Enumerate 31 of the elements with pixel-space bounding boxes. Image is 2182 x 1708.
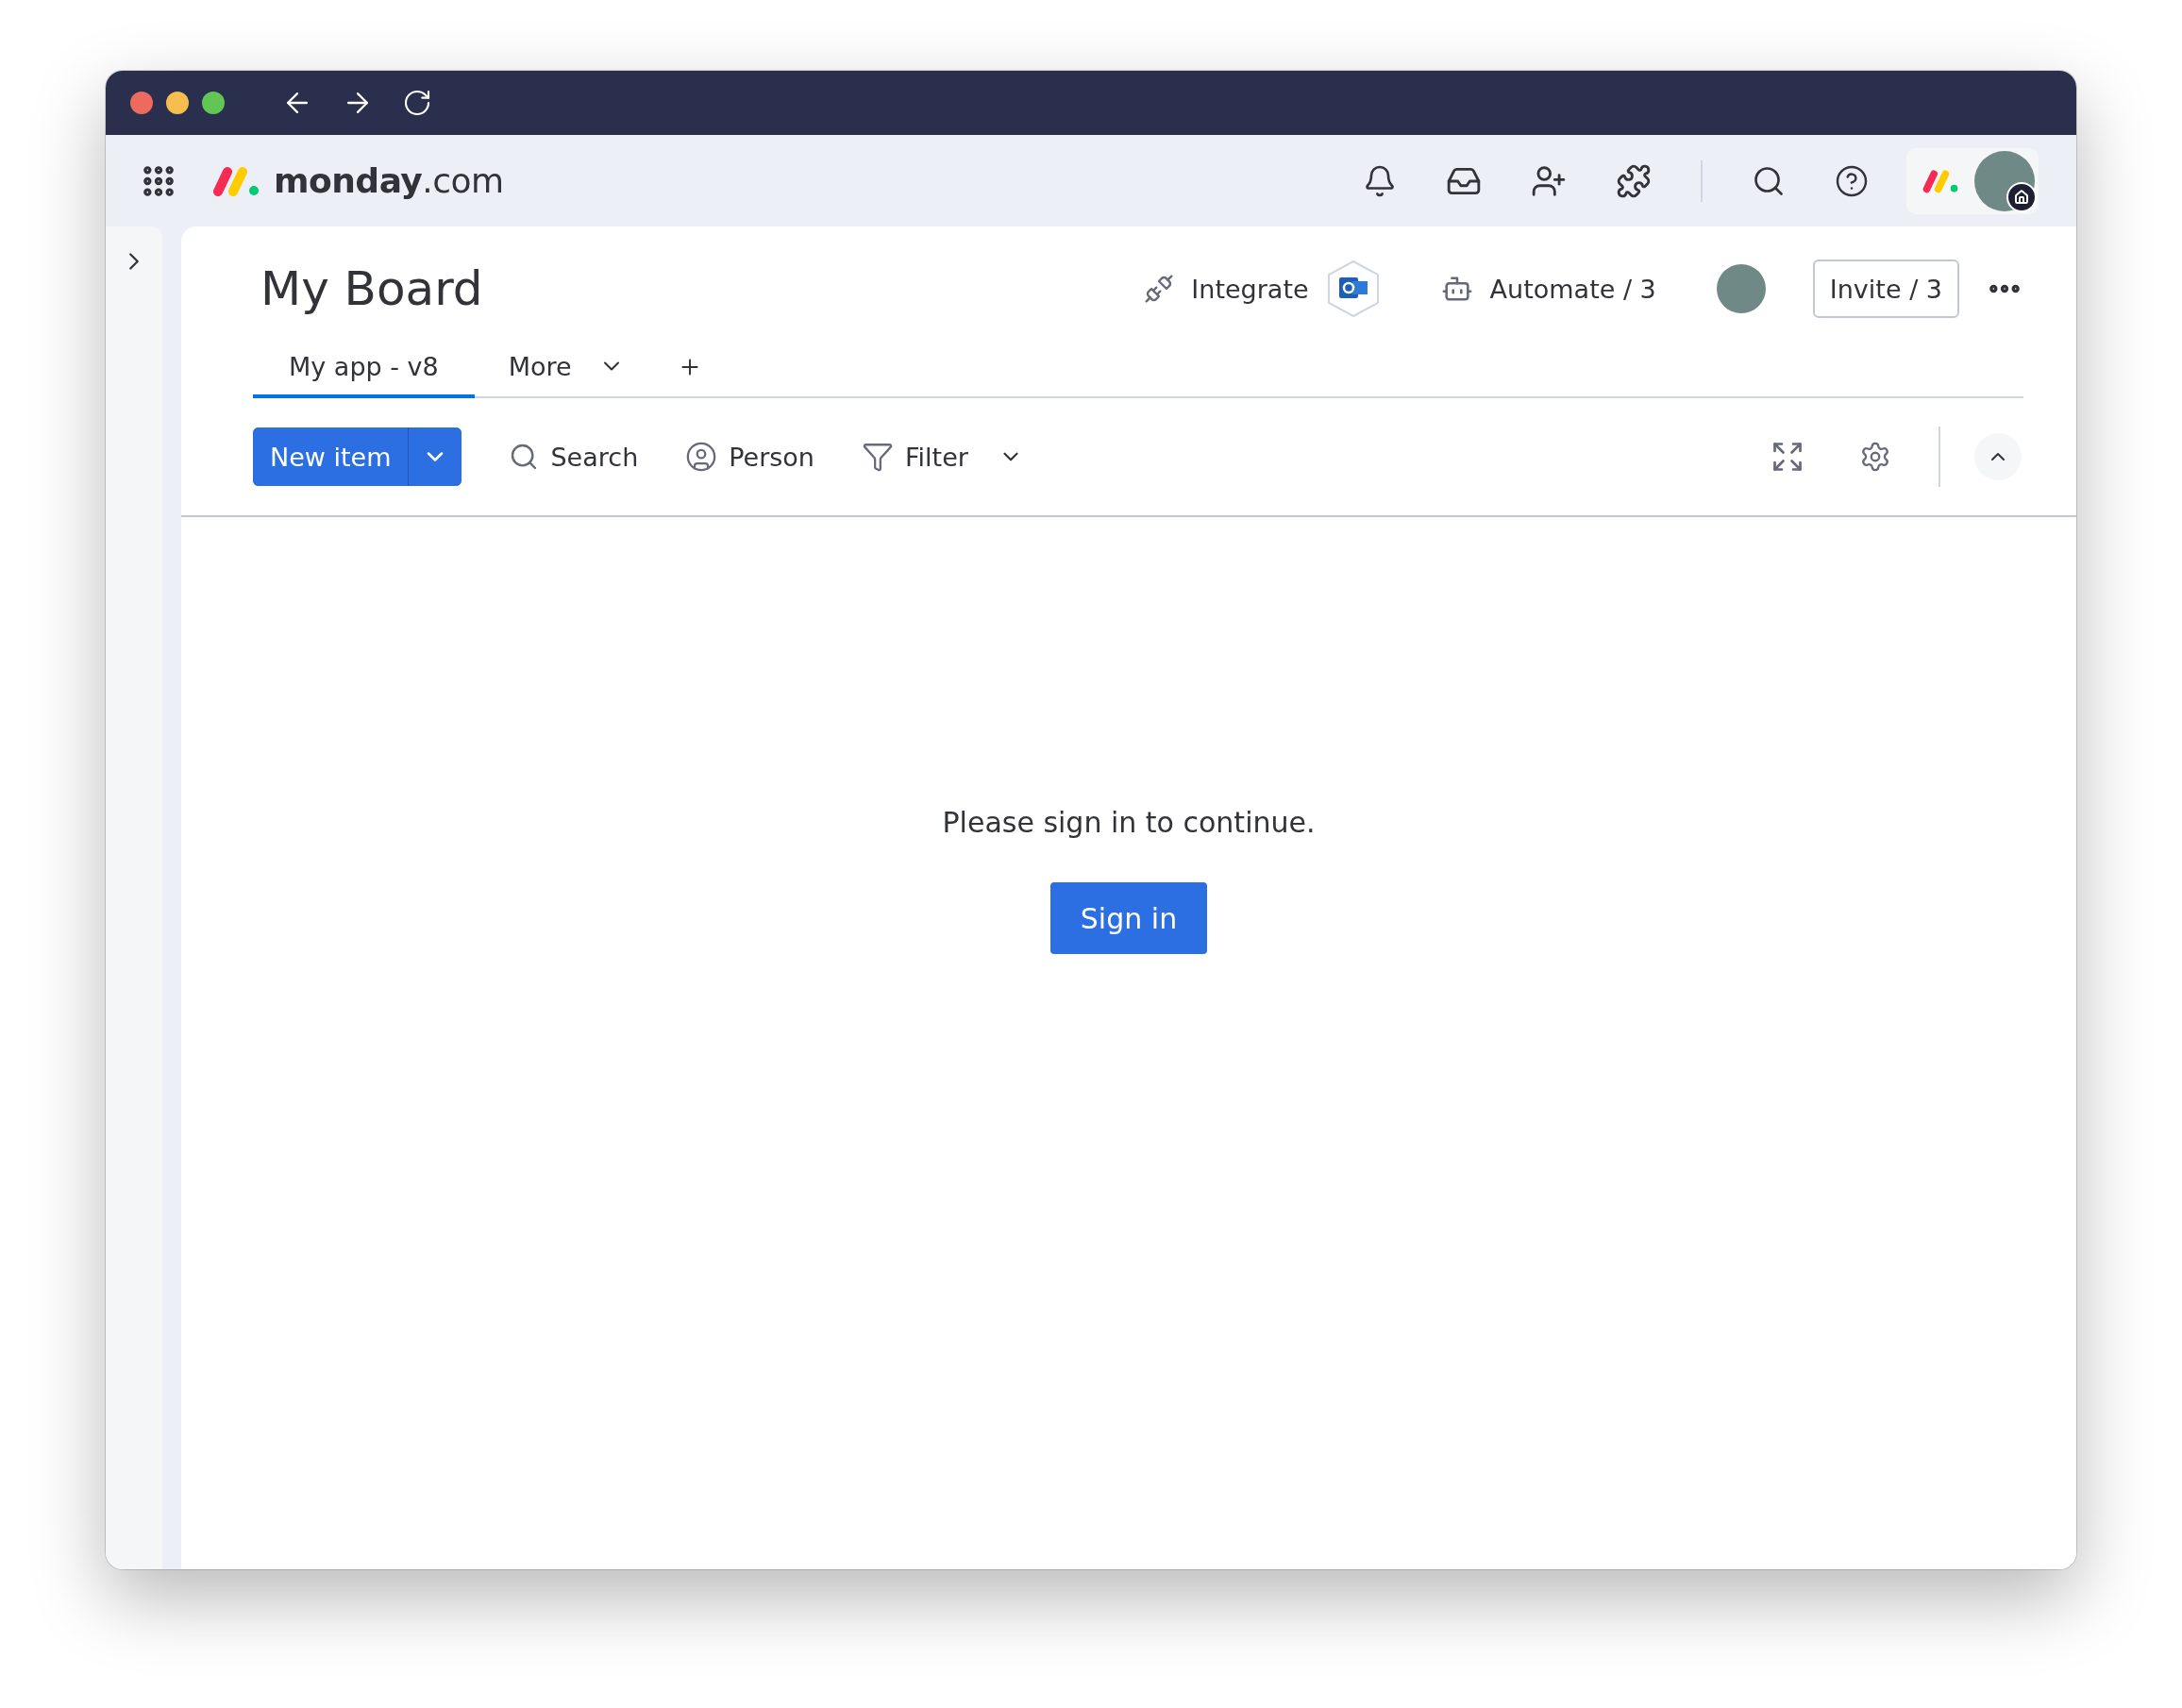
logo-icon — [1922, 168, 1959, 193]
automate-button[interactable]: Automate / 3 — [1440, 273, 1656, 305]
notifications-bell-icon[interactable] — [1363, 163, 1397, 198]
help-icon[interactable] — [1835, 163, 1869, 198]
settings-icon[interactable] — [1859, 441, 1891, 473]
invite-button[interactable]: Invite / 3 — [1812, 260, 1959, 318]
integrate-button[interactable]: Integrate — [1144, 260, 1381, 318]
filter-button[interactable]: Filter — [862, 441, 1023, 473]
sign-in-message: Please sign in to continue. — [942, 806, 1316, 839]
account-switcher[interactable] — [1906, 147, 2039, 214]
funnel-icon — [862, 441, 894, 473]
person-button[interactable]: Person — [685, 441, 814, 473]
brand-name: monday.com — [274, 161, 504, 200]
calendar-app-icon — [1325, 260, 1381, 318]
person-circle-icon — [685, 441, 718, 473]
sign-in-button[interactable]: Sign in — [1049, 882, 1208, 954]
board-title: My Board — [260, 261, 483, 316]
new-item-dropdown-button[interactable] — [409, 427, 462, 486]
unplugged-icon — [1144, 274, 1175, 304]
maximize-button[interactable] — [202, 92, 225, 114]
view-tab[interactable]: More — [474, 338, 659, 398]
reload-icon[interactable] — [402, 88, 432, 118]
view-tab[interactable]: My app - v8 — [253, 338, 475, 398]
member-avatar[interactable] — [1716, 264, 1766, 313]
search-button[interactable]: Search — [509, 442, 639, 472]
close-button[interactable] — [130, 92, 153, 114]
puzzle-piece-icon[interactable] — [1616, 162, 1652, 199]
minimize-button[interactable] — [166, 92, 189, 114]
fullscreen-expand-icon[interactable] — [1771, 440, 1804, 474]
logo-icon — [211, 164, 260, 197]
new-item-button[interactable]: New item — [253, 427, 410, 486]
